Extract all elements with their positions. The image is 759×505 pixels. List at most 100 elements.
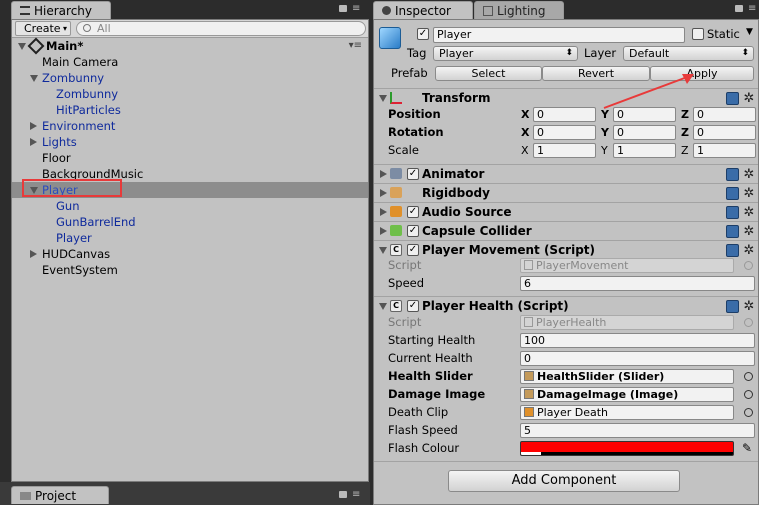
collapse-arrow-icon[interactable] — [379, 95, 387, 102]
object-picker-icon[interactable] — [744, 390, 753, 399]
expand-arrow-icon[interactable] — [30, 75, 38, 82]
tab-lighting[interactable]: Lighting — [474, 1, 564, 19]
number-input[interactable]: 0 — [520, 351, 755, 366]
gear-icon[interactable]: ✲ — [742, 168, 756, 182]
hierarchy-item[interactable]: Zombunny — [12, 86, 368, 102]
component-header[interactable]: ✓ Animator ✲ — [374, 164, 758, 183]
tab-hierarchy[interactable]: Hierarchy — [11, 1, 111, 19]
expand-arrow-icon[interactable] — [380, 208, 387, 216]
expand-arrow-icon[interactable] — [380, 170, 387, 178]
object-reference-field[interactable]: DamageImage (Image) — [520, 387, 734, 402]
expand-arrow-icon[interactable] — [18, 43, 26, 50]
help-book-icon[interactable] — [726, 168, 739, 181]
help-book-icon[interactable] — [726, 92, 739, 105]
hierarchy-search-field[interactable]: All — [76, 21, 366, 36]
number-input[interactable]: 5 — [520, 423, 755, 438]
gear-icon[interactable]: ✲ — [742, 225, 756, 239]
eyedropper-icon[interactable]: ✎ — [742, 441, 752, 455]
object-name-field[interactable]: Player — [433, 27, 685, 43]
object-picker-icon[interactable] — [744, 372, 753, 381]
active-checkbox[interactable]: ✓ — [417, 28, 429, 40]
hierarchy-item[interactable]: EventSystem — [12, 262, 368, 278]
collapsed-arrow-icon[interactable] — [30, 250, 37, 258]
help-book-icon[interactable] — [726, 244, 739, 257]
number-input[interactable]: 100 — [520, 333, 755, 348]
project-lock-icon[interactable] — [339, 491, 347, 498]
transform-x-input[interactable]: 0 — [533, 125, 596, 140]
speed-input[interactable]: 6 — [520, 276, 755, 291]
object-reference-field[interactable]: Player Death — [520, 405, 734, 420]
static-checkbox[interactable] — [692, 28, 704, 40]
hierarchy-item-label: HitParticles — [56, 103, 121, 117]
component-header[interactable]: Rigidbody ✲ — [374, 183, 758, 202]
component-enabled-checkbox[interactable]: ✓ — [407, 206, 419, 218]
transform-y-input[interactable]: 1 — [613, 143, 676, 158]
inspector-lock-icon[interactable] — [735, 5, 743, 12]
gear-icon[interactable]: ✲ — [742, 187, 756, 201]
script-label: Script — [388, 315, 422, 329]
help-book-icon[interactable] — [726, 187, 739, 200]
static-dropdown-icon[interactable]: ▼ — [746, 27, 753, 37]
hierarchy-item[interactable]: Environment — [12, 118, 368, 134]
component-header[interactable]: ✓ Capsule Collider ✲ — [374, 221, 758, 240]
scene-row[interactable]: Main* ▾≡ — [12, 37, 368, 55]
flash-colour-swatch[interactable] — [520, 441, 734, 456]
hierarchy-item[interactable]: HUDCanvas — [12, 246, 368, 262]
transform-row-label: Position — [388, 107, 441, 121]
transform-z-input[interactable]: 1 — [693, 143, 756, 158]
help-book-icon[interactable] — [726, 300, 739, 313]
create-button[interactable]: Create ▾ — [15, 21, 71, 36]
expand-arrow-icon[interactable] — [380, 189, 387, 197]
gear-icon[interactable]: ✲ — [742, 206, 756, 220]
hierarchy-item[interactable]: Player — [12, 230, 368, 246]
transform-x-value: 0 — [537, 126, 544, 139]
scene-menu-icon[interactable]: ▾≡ — [349, 38, 362, 54]
collapsed-arrow-icon[interactable] — [30, 122, 37, 130]
hierarchy-item[interactable]: Lights — [12, 134, 368, 150]
gear-icon[interactable]: ✲ — [742, 300, 756, 314]
add-component-button[interactable]: Add Component — [448, 470, 680, 492]
lock-icon[interactable] — [339, 5, 347, 12]
field-value: HealthSlider (Slider) — [537, 370, 665, 383]
object-name-value: Player — [437, 28, 472, 41]
transform-y-input[interactable]: 0 — [613, 125, 676, 140]
transform-x-input[interactable]: 1 — [533, 143, 596, 158]
hierarchy-item[interactable]: Zombunny — [12, 70, 368, 86]
player-health-header[interactable]: C ✓ Player Health (Script) ✲ — [374, 296, 758, 315]
hierarchy-item[interactable]: Floor — [12, 150, 368, 166]
inspector-menu-icon[interactable]: ≡ — [748, 3, 756, 14]
transform-x-input[interactable]: 0 — [533, 107, 596, 122]
component-enabled-checkbox[interactable]: ✓ — [407, 168, 419, 180]
hierarchy-item[interactable]: HitParticles — [12, 102, 368, 118]
gear-icon[interactable]: ✲ — [742, 244, 756, 258]
field-value: DamageImage (Image) — [537, 388, 679, 401]
select-label: Select — [471, 67, 506, 80]
player-movement-header[interactable]: C ✓ Player Movement (Script) ✲ — [374, 240, 758, 259]
tag-dropdown[interactable]: Player ⬍ — [433, 46, 578, 61]
object-reference-field[interactable]: HealthSlider (Slider) — [520, 369, 734, 384]
component-enabled-checkbox[interactable]: ✓ — [407, 225, 419, 237]
help-book-icon[interactable] — [726, 225, 739, 238]
collapse-arrow-icon[interactable] — [379, 247, 387, 254]
hierarchy-item[interactable]: GunBarrelEnd — [12, 214, 368, 230]
project-menu-icon[interactable]: ≡ — [352, 489, 360, 500]
collapsed-arrow-icon[interactable] — [30, 138, 37, 146]
expand-arrow-icon[interactable] — [380, 227, 387, 235]
prefab-select-button[interactable]: Select — [435, 66, 542, 81]
player-health-enabled-checkbox[interactable]: ✓ — [407, 300, 419, 312]
collapse-arrow-icon[interactable] — [379, 303, 387, 310]
help-book-icon[interactable] — [726, 206, 739, 219]
hierarchy-item[interactable]: Main Camera — [12, 54, 368, 70]
gear-icon[interactable]: ✲ — [742, 92, 756, 106]
tab-inspector[interactable]: Inspector — [373, 1, 473, 19]
layer-dropdown[interactable]: Default ⬍ — [623, 46, 754, 61]
component-header[interactable]: ✓ Audio Source ✲ — [374, 202, 758, 221]
tab-project[interactable]: Project — [11, 486, 109, 504]
hierarchy-item[interactable]: Gun — [12, 198, 368, 214]
health-script-field: PlayerHealth — [520, 315, 734, 330]
menu-icon[interactable]: ≡ — [352, 3, 360, 14]
axis-label-x: X — [521, 144, 529, 157]
object-picker-icon[interactable] — [744, 408, 753, 417]
transform-z-input[interactable]: 0 — [693, 125, 756, 140]
player-movement-enabled-checkbox[interactable]: ✓ — [407, 244, 419, 256]
